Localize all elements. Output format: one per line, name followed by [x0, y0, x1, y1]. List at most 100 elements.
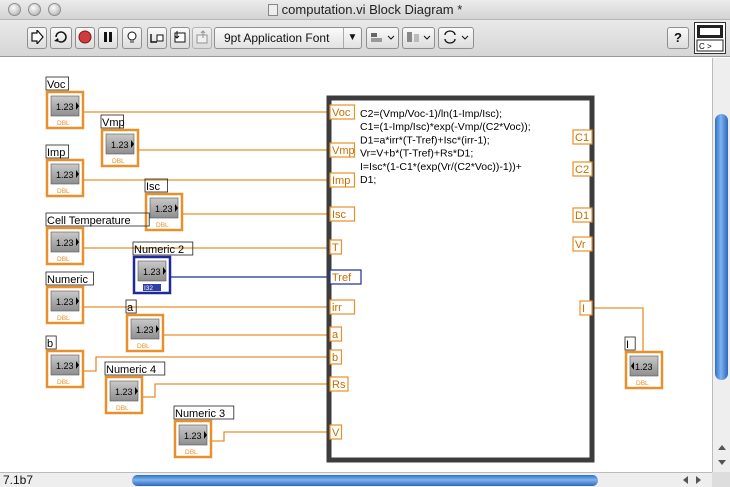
terminal-isc[interactable]: Isc 1.23 DBL	[144, 178, 184, 232]
reorder-button[interactable]	[438, 27, 474, 49]
retain-wire-icon	[150, 34, 164, 43]
horizontal-scrollbar[interactable]: 7.1b7	[0, 472, 712, 487]
help-icon: ?	[674, 30, 682, 45]
terminal-numeric-2[interactable]: Numeric 2 1.23 I32	[132, 241, 194, 295]
run-button[interactable]	[27, 27, 47, 49]
input-imp[interactable]: Imp	[329, 172, 356, 188]
input-terminal-label: Tref	[332, 272, 352, 284]
hscroll-arrows-icon[interactable]	[678, 474, 708, 486]
resize-corner[interactable]	[712, 472, 730, 487]
font-select[interactable]: 9pt Application Font ▼	[214, 27, 362, 49]
vertical-scrollbar[interactable]	[712, 58, 730, 472]
vertical-scroll-thumb[interactable]	[715, 114, 728, 380]
input-terminal-label: Voc	[332, 107, 351, 119]
font-select-value: 9pt Application Font	[224, 31, 330, 45]
step-into-icon	[174, 31, 186, 43]
block-diagram[interactable]: C2=(Vmp/Voc-1)/ln(1-Imp/Isc);C1=(1-Imp/I…	[0, 58, 712, 472]
output-d1[interactable]: D1	[572, 207, 593, 223]
type-label: DBL	[185, 449, 198, 456]
terminal-b[interactable]: b 1.23 DBL	[45, 335, 85, 389]
window-title: computation.vi Block Diagram *	[0, 2, 730, 17]
input-vmp[interactable]: Vmp	[329, 142, 356, 158]
input-v[interactable]: V	[329, 424, 343, 440]
output-c1[interactable]: C1	[572, 129, 593, 145]
input-terminal-label: a	[332, 329, 339, 341]
type-label: DBL	[57, 188, 70, 195]
numeric-value: 1.23	[56, 238, 74, 248]
terminal-label: Vmp	[102, 117, 125, 129]
input-terminal-label: Isc	[332, 209, 347, 221]
retain-wire-values-button[interactable]	[147, 27, 167, 49]
type-label: DBL	[112, 158, 125, 165]
type-label: DBL	[57, 315, 70, 322]
step-into-button[interactable]	[170, 27, 190, 49]
type-label: DBL	[116, 405, 129, 412]
code-line: D1=a*irr*(T-Tref)+Isc*(irr-1);	[360, 134, 490, 146]
step-out-button[interactable]	[192, 27, 212, 49]
output-i[interactable]: I	[579, 300, 593, 316]
code-line: I=Isc*(1-C1*(exp(Vr/(C2*Voc))-1))+	[360, 161, 522, 173]
code-line: Vr=V+b*(T-Tref)+Rs*D1;	[360, 148, 473, 160]
reorder-icon	[444, 30, 469, 44]
numeric-value: 1.23	[56, 297, 74, 307]
output-vr[interactable]: Vr	[572, 236, 593, 252]
output-terminal-label: I	[582, 303, 585, 315]
input-a[interactable]: a	[329, 326, 343, 342]
horizontal-scroll-thumb[interactable]	[132, 475, 598, 486]
block-diagram-canvas[interactable]: C2=(Vmp/Voc-1)/ln(1-Imp/Isc); C1=(1-Imp/I…	[0, 58, 712, 472]
wire-numeric-4[interactable]	[143, 383, 329, 398]
context-help-button[interactable]: ?	[667, 27, 689, 49]
terminal-numeric[interactable]: Numeric 1.23 DBL	[45, 271, 94, 325]
output-terminal-label: Vr	[575, 239, 586, 251]
terminal-label: b	[47, 338, 53, 350]
vi-icon[interactable]: C >	[694, 22, 726, 54]
input-terminal-label: V	[332, 427, 340, 439]
input-tref[interactable]: Tref	[329, 269, 362, 285]
version-label: 7.1b7	[3, 473, 34, 487]
input-terminal-label: T	[332, 242, 339, 254]
input-terminal-label: irr	[332, 302, 342, 314]
input-terminal-label: Vmp	[332, 145, 355, 157]
input-rs[interactable]: Rs	[329, 376, 349, 392]
numeric-value: 1.23	[111, 140, 129, 150]
scroll-arrows-icon[interactable]	[716, 442, 728, 470]
wire-numeric-3[interactable]	[212, 431, 329, 442]
terminal-imp[interactable]: Imp 1.23 DBL	[45, 144, 85, 198]
window-title-text: computation.vi Block Diagram *	[281, 2, 463, 17]
highlight-execution-button[interactable]	[122, 27, 142, 49]
type-label: I32	[144, 285, 153, 292]
abort-button[interactable]	[75, 27, 95, 49]
input-terminal-label: Rs	[332, 379, 346, 391]
output-terminal-label: C1	[575, 132, 589, 144]
type-label: DBL	[156, 222, 169, 229]
input-irr[interactable]: irr	[329, 299, 356, 315]
run-arrow-icon	[31, 30, 44, 44]
toolbar: 9pt Application Font ▼ ? C >	[0, 20, 730, 57]
input-b[interactable]: b	[329, 349, 343, 365]
output-terminal-label: D1	[575, 210, 589, 222]
terminal-label: Isc	[146, 181, 161, 193]
align-objects-button[interactable]	[366, 27, 399, 49]
align-objects-icon	[370, 33, 394, 42]
vi-connector-icon: C >	[696, 25, 724, 52]
type-label: DBL	[636, 380, 649, 387]
output-c2[interactable]: C2	[572, 161, 593, 177]
terminal-voc[interactable]: Voc 1.23 DBL	[45, 76, 85, 130]
input-voc[interactable]: Voc	[329, 104, 356, 120]
numeric-value: 1.23	[115, 387, 133, 397]
formula-node[interactable]: C2=(Vmp/Voc-1)/ln(1-Imp/Isc);C1=(1-Imp/I…	[326, 95, 595, 463]
terminal-numeric-4[interactable]: Numeric 4 1.23 DBL	[104, 361, 166, 415]
input-terminal-label: b	[332, 352, 338, 364]
step-out-icon	[196, 30, 208, 44]
terminal-label: Numeric 3	[175, 408, 225, 420]
input-isc[interactable]: Isc	[329, 206, 356, 222]
terminal-label: Cell Temperature	[47, 215, 131, 227]
input-t[interactable]: T	[329, 239, 343, 255]
terminal-vmp[interactable]: Vmp 1.23 DBL	[100, 114, 140, 168]
type-label: DBL	[57, 120, 70, 127]
distribute-objects-button[interactable]	[402, 27, 435, 49]
type-label: DBL	[57, 256, 70, 263]
run-continuously-button[interactable]	[50, 27, 72, 49]
pause-button[interactable]	[98, 27, 118, 49]
terminal-label: I	[626, 339, 629, 351]
